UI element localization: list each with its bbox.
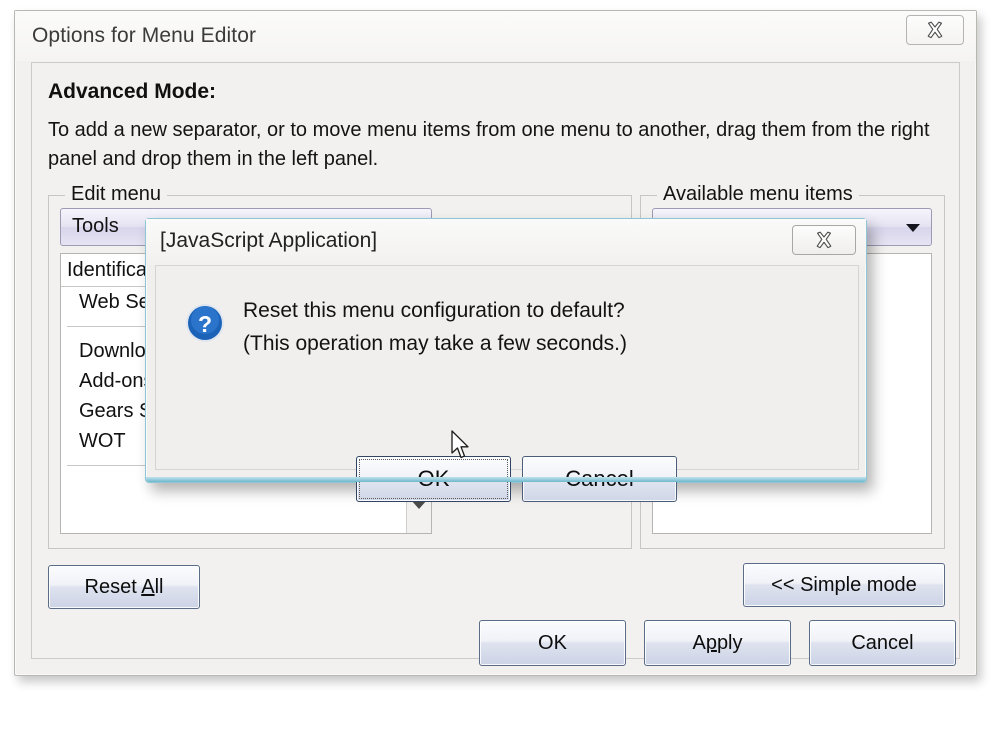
window-title: Options for Menu Editor <box>32 24 257 47</box>
svg-text:?: ? <box>198 311 212 337</box>
dialog-message: Reset this menu configuration to default… <box>243 294 627 360</box>
simple-mode-button[interactable]: << Simple mode <box>743 563 945 607</box>
screen: Options for Menu Editor Advanced Mode: T… <box>0 0 1000 729</box>
chevron-down-icon <box>906 224 920 232</box>
apply-button[interactable]: Apply <box>644 620 791 666</box>
dialog-ok-label: OK <box>417 466 450 491</box>
question-mark-icon: ? <box>186 304 224 342</box>
close-icon <box>927 21 943 39</box>
reset-all-label: Reset All <box>84 575 164 598</box>
reset-all-button[interactable]: Reset All <box>48 565 200 609</box>
window-titlebar: Options for Menu Editor <box>15 11 976 61</box>
close-button[interactable] <box>906 15 964 45</box>
apply-label: Apply <box>692 631 743 654</box>
dialog-message-line2: (This operation may take a few seconds.) <box>243 332 628 355</box>
close-icon <box>816 231 832 249</box>
available-items-label: Available menu items <box>657 183 859 206</box>
dialog-cancel-label: Cancel <box>565 466 634 491</box>
apply-accelerator: p <box>705 631 717 654</box>
reset-all-accelerator: A <box>141 575 155 598</box>
cancel-button[interactable]: Cancel <box>809 620 956 666</box>
dialog-title: [JavaScript Application] <box>160 229 378 252</box>
advanced-mode-heading: Advanced Mode: <box>48 80 217 103</box>
dialog-titlebar: [JavaScript Application] <box>146 219 866 265</box>
dialog-body: ? Reset this menu configuration to defau… <box>155 265 859 502</box>
dialog-cancel-button[interactable]: Cancel <box>522 456 677 502</box>
dialog-ok-button[interactable]: OK <box>356 456 511 502</box>
focus-ring <box>359 459 508 499</box>
ok-button[interactable]: OK <box>479 620 626 666</box>
edit-menu-label: Edit menu <box>65 183 168 206</box>
dialog-message-line1: Reset this menu configuration to default… <box>243 299 625 322</box>
javascript-confirm-dialog: [JavaScript Application] ? Reset this me… <box>145 218 867 502</box>
dialog-close-button[interactable] <box>792 225 856 255</box>
list-item-label: WOT <box>79 430 126 452</box>
advanced-mode-description: To add a new separator, or to move menu … <box>48 119 930 170</box>
edit-menu-combobox-value: Tools <box>72 215 119 237</box>
